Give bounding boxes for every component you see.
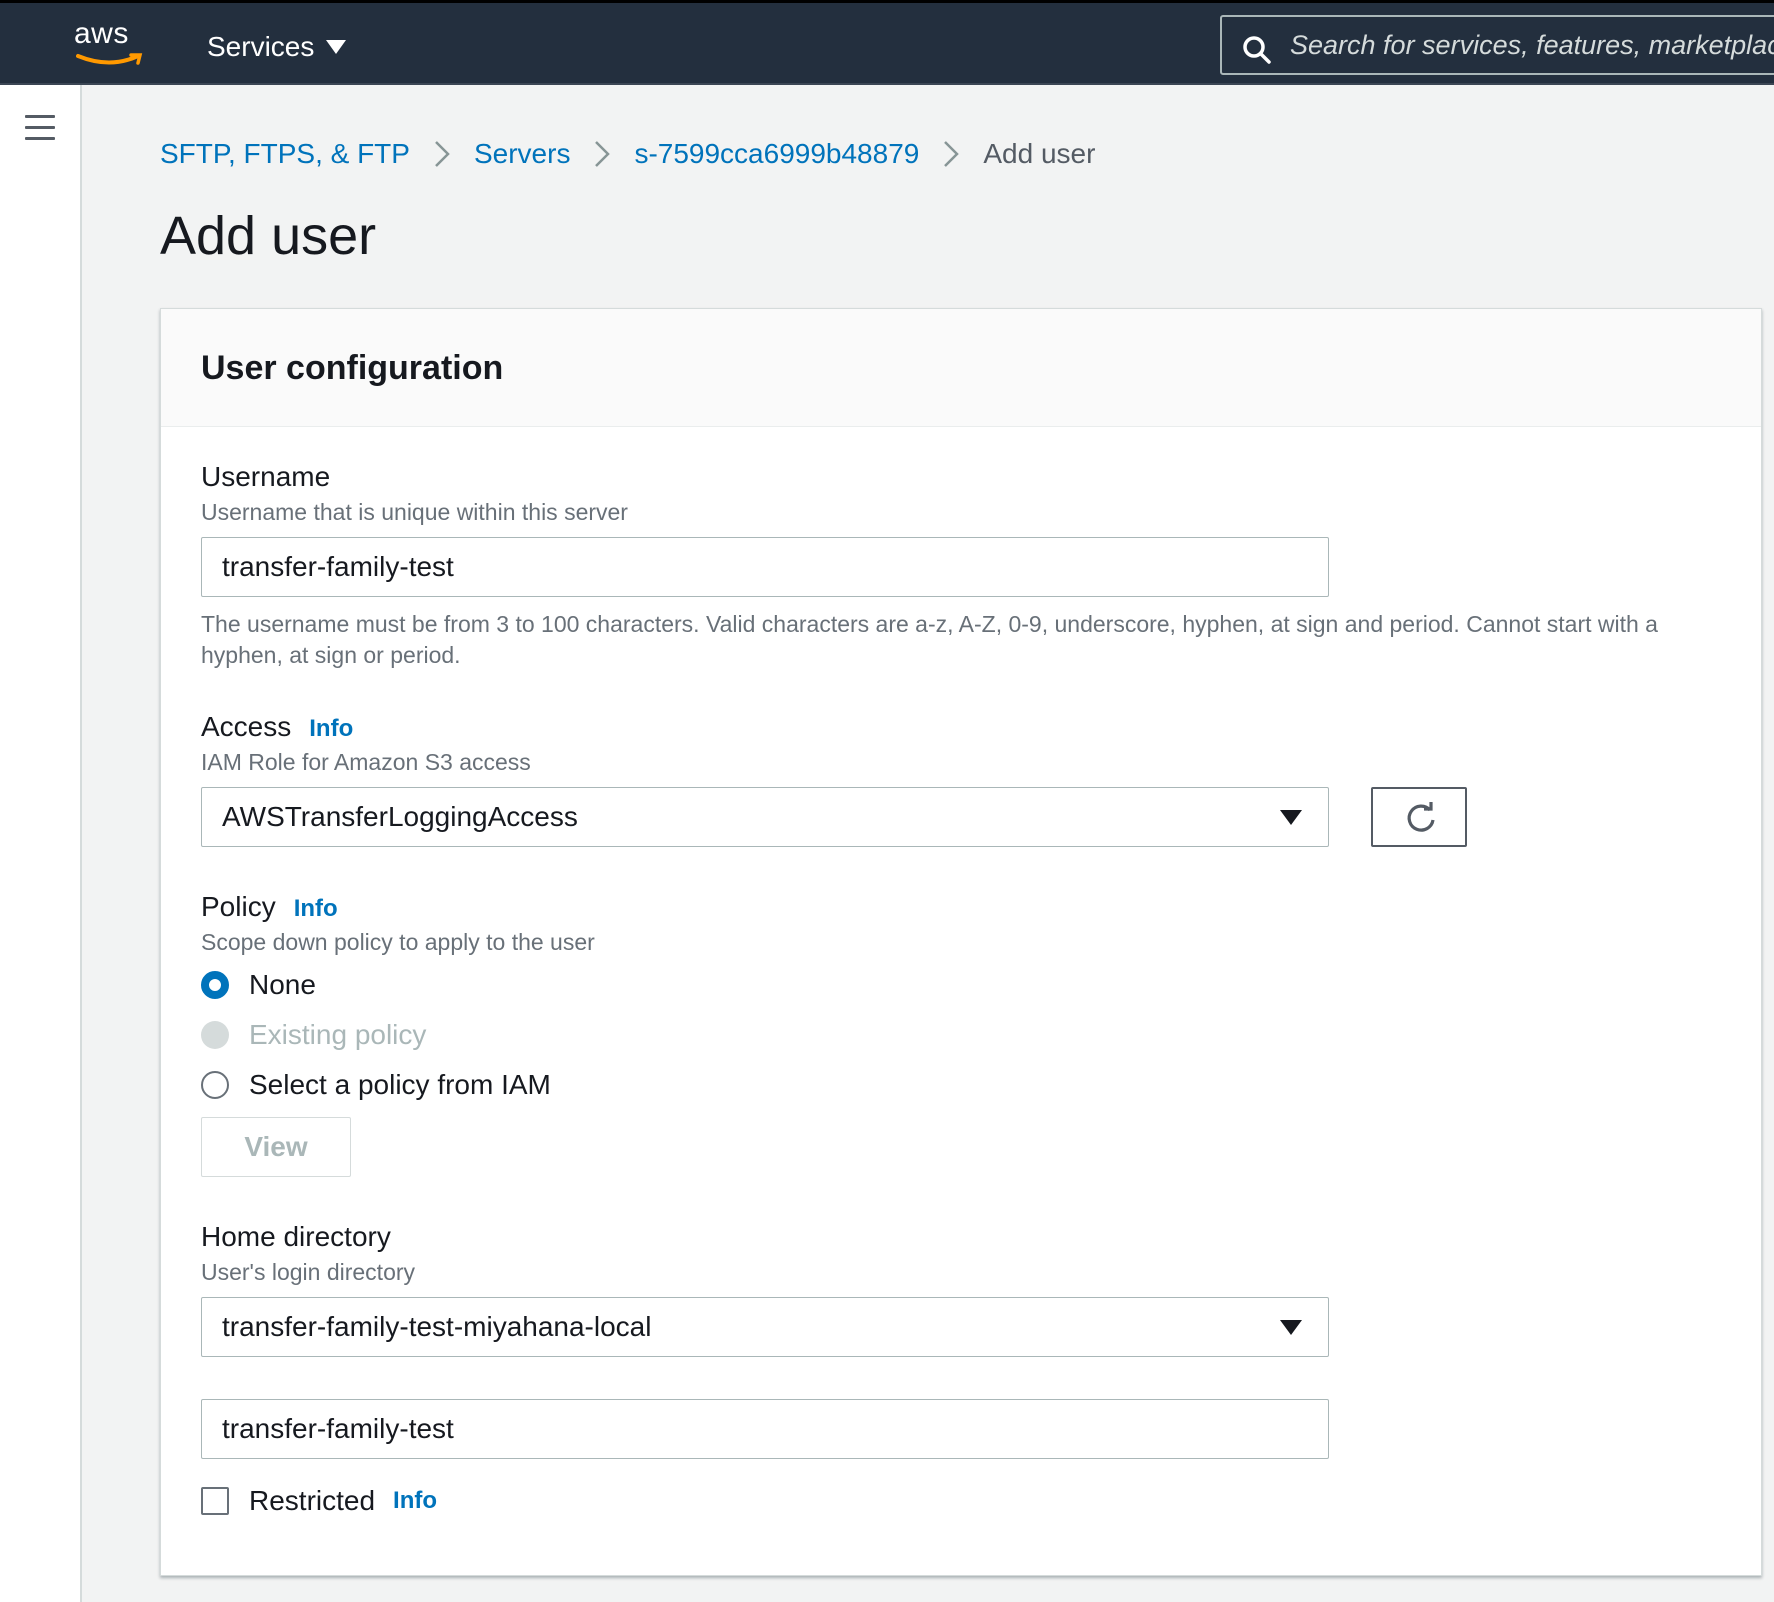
access-description: IAM Role for Amazon S3 access	[201, 749, 531, 775]
home-bucket-value: transfer-family-test-miyahana-local	[222, 1311, 652, 1342]
chevron-right-icon	[434, 140, 450, 168]
user-configuration-panel: User configuration Username Username tha…	[160, 308, 1762, 1576]
home-folder-field[interactable]	[201, 1399, 1329, 1459]
page-title: Add user	[160, 206, 377, 266]
aws-logo-text: aws	[74, 17, 129, 50]
access-role-value: AWSTransferLoggingAccess	[222, 801, 578, 832]
radio-button[interactable]	[201, 1071, 229, 1099]
username-label: Username	[201, 461, 331, 492]
restricted-info-link[interactable]: Info	[393, 1487, 437, 1515]
search-input[interactable]	[1290, 27, 1774, 63]
restricted-checkbox[interactable]	[201, 1487, 229, 1515]
policy-option-label: Existing policy	[249, 1019, 427, 1050]
breadcrumb-link-servers[interactable]: Servers	[474, 138, 570, 170]
policy-label-row: Policy Info	[201, 891, 338, 923]
caret-down-icon	[326, 40, 347, 54]
radio-button-disabled	[201, 1021, 229, 1049]
home-bucket-select[interactable]: transfer-family-test-miyahana-local	[201, 1297, 1329, 1357]
chevron-right-icon	[943, 140, 960, 168]
hamburger-menu-icon[interactable]	[25, 115, 55, 141]
breadcrumb-link-server-id[interactable]: s-7599cca6999b48879	[634, 138, 919, 170]
breadcrumb-link-sftp[interactable]: SFTP, FTPS, & FTP	[160, 138, 410, 170]
policy-description: Scope down policy to apply to the user	[201, 929, 595, 955]
services-menu[interactable]: Services	[207, 31, 347, 63]
aws-smile-icon	[76, 53, 143, 65]
services-label: Services	[207, 31, 315, 62]
policy-option-none[interactable]: None	[201, 969, 316, 1001]
aws-logo[interactable]: aws	[74, 17, 144, 69]
home-directory-label: Home directory	[201, 1221, 391, 1252]
panel-title: User configuration	[201, 349, 504, 387]
policy-info-link[interactable]: Info	[294, 895, 338, 922]
breadcrumb-current: Add user	[983, 138, 1096, 169]
policy-label: Policy	[201, 891, 276, 922]
search-box[interactable]	[1220, 15, 1774, 75]
refresh-icon	[1407, 802, 1435, 832]
policy-option-label: None	[249, 969, 316, 1000]
username-field[interactable]	[201, 537, 1329, 597]
view-policy-button: View	[201, 1117, 351, 1177]
username-input[interactable]	[222, 551, 1282, 583]
access-label: Access	[201, 711, 292, 742]
home-folder-input[interactable]	[222, 1413, 1282, 1445]
policy-option-label: Select a policy from IAM	[249, 1069, 551, 1100]
policy-option-existing: Existing policy	[201, 1019, 426, 1051]
breadcrumb: SFTP, FTPS, & FTP Servers s-7599cca6999b…	[160, 138, 1095, 170]
home-directory-description: User's login directory	[201, 1259, 416, 1285]
search-icon	[1243, 36, 1271, 64]
username-description: Username that is unique within this serv…	[201, 499, 628, 525]
chevron-right-icon	[594, 140, 611, 168]
username-hint: The username must be from 3 to 100 chara…	[201, 611, 1658, 668]
access-label-row: Access Info	[201, 711, 353, 743]
radio-button-checked[interactable]	[201, 971, 229, 999]
access-role-select[interactable]: AWSTransferLoggingAccess	[201, 787, 1329, 847]
access-info-link[interactable]: Info	[309, 715, 353, 742]
caret-down-icon	[1280, 1320, 1302, 1335]
caret-down-icon	[1280, 810, 1302, 825]
restricted-label: Restricted	[249, 1485, 376, 1516]
policy-option-select-iam[interactable]: Select a policy from IAM	[201, 1069, 551, 1101]
panel-header: User configuration	[161, 309, 1761, 427]
side-navigation	[0, 85, 82, 1602]
restricted-row: Restricted Info	[201, 1485, 437, 1517]
top-nav: aws Services	[0, 0, 1774, 85]
refresh-button[interactable]	[1371, 787, 1467, 847]
